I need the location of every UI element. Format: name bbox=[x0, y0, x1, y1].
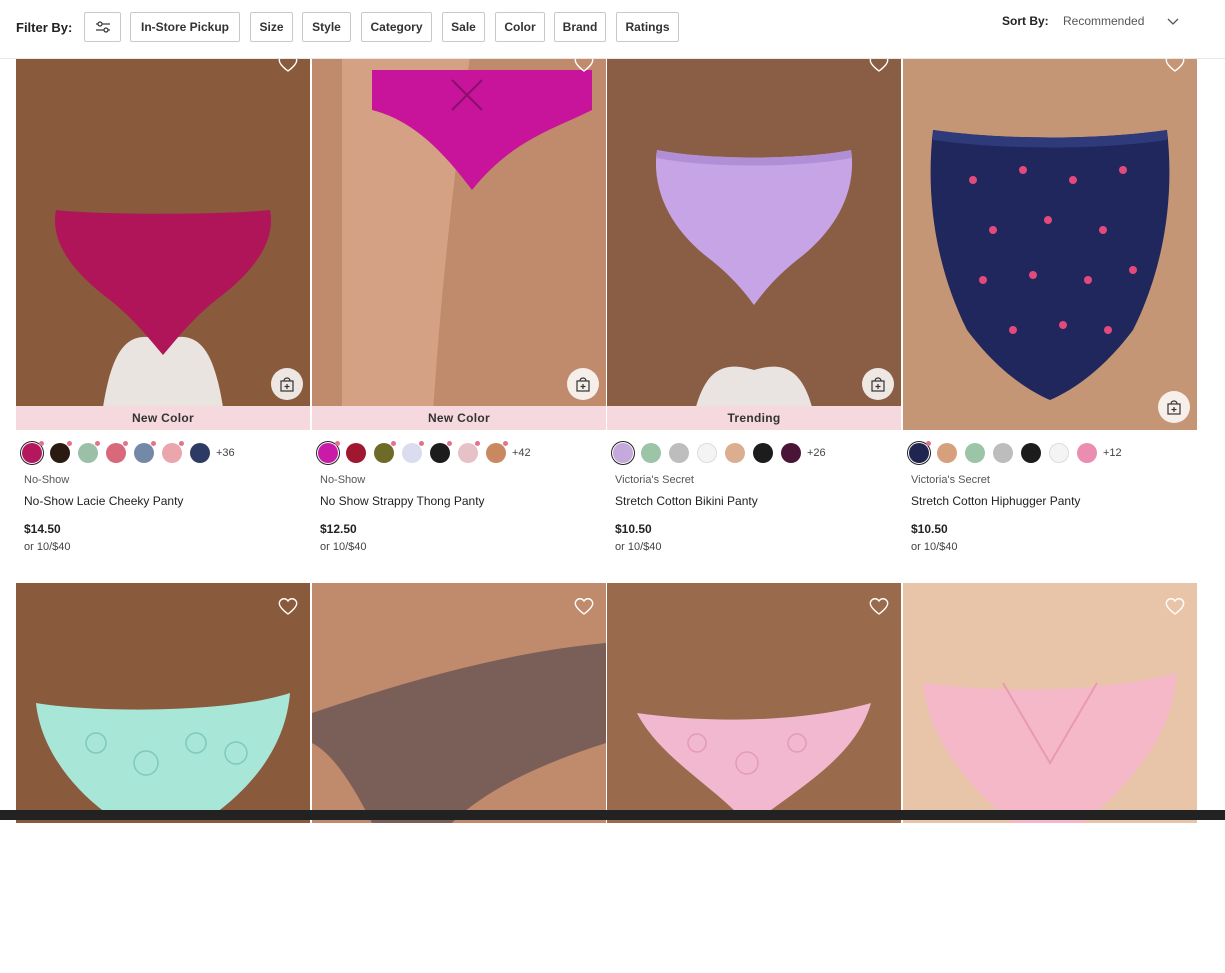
color-swatch[interactable] bbox=[613, 443, 633, 463]
product-image[interactable] bbox=[312, 40, 606, 430]
heart-icon[interactable] bbox=[573, 596, 595, 616]
heart-icon[interactable] bbox=[277, 596, 299, 616]
color-swatch[interactable] bbox=[669, 443, 689, 463]
filter-label: Filter By: bbox=[16, 20, 73, 35]
color-swatches: +42 bbox=[318, 441, 531, 464]
color-swatch[interactable] bbox=[134, 441, 156, 463]
color-swatch[interactable] bbox=[725, 443, 745, 463]
filter-category[interactable]: Category bbox=[361, 12, 432, 42]
product-brand: No-Show bbox=[24, 474, 70, 486]
filter-style[interactable]: Style bbox=[302, 12, 351, 42]
sort-select[interactable]: Recommended bbox=[1063, 14, 1144, 28]
color-swatch[interactable] bbox=[402, 441, 424, 463]
heart-icon[interactable] bbox=[868, 596, 890, 616]
product-badge: New Color bbox=[16, 406, 310, 430]
quick-add-button[interactable] bbox=[567, 368, 599, 400]
color-swatch[interactable] bbox=[641, 443, 661, 463]
shopping-bag-plus-icon bbox=[1167, 400, 1181, 415]
filter-bar: Filter By: In-Store Pickup Size Style Ca… bbox=[0, 0, 1225, 59]
product-image[interactable] bbox=[607, 40, 901, 430]
product-brand: No-Show bbox=[320, 474, 366, 486]
product-name[interactable]: No-Show Lacie Cheeky Panty bbox=[24, 494, 183, 508]
product-price: $12.50 bbox=[320, 522, 357, 536]
product-price: $10.50 bbox=[911, 522, 948, 536]
product-image[interactable] bbox=[607, 583, 901, 973]
more-colors-link[interactable]: +12 bbox=[1103, 447, 1122, 459]
filter-settings-button[interactable] bbox=[84, 12, 121, 42]
color-swatch[interactable] bbox=[50, 441, 72, 463]
color-swatch[interactable] bbox=[965, 443, 985, 463]
status-bar bbox=[0, 810, 1225, 820]
quick-add-button[interactable] bbox=[1158, 391, 1190, 423]
color-swatch[interactable] bbox=[1077, 443, 1097, 463]
product-name[interactable]: No Show Strappy Thong Panty bbox=[320, 494, 485, 508]
color-swatch[interactable] bbox=[162, 441, 184, 463]
filter-color[interactable]: Color bbox=[495, 12, 545, 42]
color-swatch[interactable] bbox=[78, 441, 100, 463]
shopping-bag-plus-icon bbox=[280, 377, 294, 392]
color-swatch[interactable] bbox=[190, 443, 210, 463]
product-price: $14.50 bbox=[24, 522, 61, 536]
filter-in-store-pickup[interactable]: In-Store Pickup bbox=[130, 12, 240, 42]
color-swatch[interactable] bbox=[318, 441, 340, 463]
color-swatch[interactable] bbox=[781, 443, 801, 463]
shopping-bag-plus-icon bbox=[871, 377, 885, 392]
color-swatch[interactable] bbox=[937, 443, 957, 463]
product-brand: Victoria's Secret bbox=[911, 474, 990, 486]
product-name[interactable]: Stretch Cotton Hiphugger Panty bbox=[911, 494, 1080, 508]
color-swatches: +36 bbox=[22, 441, 235, 464]
color-swatch[interactable] bbox=[909, 441, 931, 463]
color-swatch[interactable] bbox=[22, 441, 44, 463]
product-brand: Victoria's Secret bbox=[615, 474, 694, 486]
color-swatches: +26 bbox=[613, 442, 826, 464]
product-badge: New Color bbox=[312, 406, 606, 430]
color-swatch[interactable] bbox=[1049, 443, 1069, 463]
product-deal: or 10/$40 bbox=[320, 541, 367, 553]
filter-sale[interactable]: Sale bbox=[442, 12, 485, 42]
color-swatch[interactable] bbox=[430, 441, 452, 463]
product-deal: or 10/$40 bbox=[911, 541, 958, 553]
product-badge: Trending bbox=[607, 406, 901, 430]
product-price: $10.50 bbox=[615, 522, 652, 536]
color-swatches: +12 bbox=[909, 441, 1122, 464]
color-swatch[interactable] bbox=[697, 443, 717, 463]
filter-ratings[interactable]: Ratings bbox=[616, 12, 679, 42]
product-image[interactable] bbox=[16, 583, 310, 973]
sliders-icon bbox=[95, 21, 110, 33]
color-swatch[interactable] bbox=[753, 443, 773, 463]
color-swatch[interactable] bbox=[486, 441, 508, 463]
product-deal: or 10/$40 bbox=[24, 541, 71, 553]
product-image[interactable] bbox=[312, 583, 606, 973]
more-colors-link[interactable]: +42 bbox=[512, 447, 531, 459]
color-swatch[interactable] bbox=[374, 441, 396, 463]
quick-add-button[interactable] bbox=[862, 368, 894, 400]
filter-size[interactable]: Size bbox=[250, 12, 293, 42]
color-swatch[interactable] bbox=[106, 441, 128, 463]
quick-add-button[interactable] bbox=[271, 368, 303, 400]
color-swatch[interactable] bbox=[993, 443, 1013, 463]
product-deal: or 10/$40 bbox=[615, 541, 662, 553]
heart-icon[interactable] bbox=[1164, 596, 1186, 616]
product-image[interactable] bbox=[903, 583, 1197, 973]
product-image[interactable] bbox=[16, 40, 310, 430]
product-image[interactable] bbox=[903, 40, 1197, 430]
filter-brand[interactable]: Brand bbox=[554, 12, 606, 42]
chevron-down-icon[interactable] bbox=[1166, 14, 1180, 28]
more-colors-link[interactable]: +26 bbox=[807, 447, 826, 459]
color-swatch[interactable] bbox=[1021, 443, 1041, 463]
more-colors-link[interactable]: +36 bbox=[216, 447, 235, 459]
sort-label: Sort By: bbox=[1002, 14, 1049, 28]
shopping-bag-plus-icon bbox=[576, 377, 590, 392]
color-swatch[interactable] bbox=[458, 441, 480, 463]
product-name[interactable]: Stretch Cotton Bikini Panty bbox=[615, 494, 758, 508]
color-swatch[interactable] bbox=[346, 443, 366, 463]
